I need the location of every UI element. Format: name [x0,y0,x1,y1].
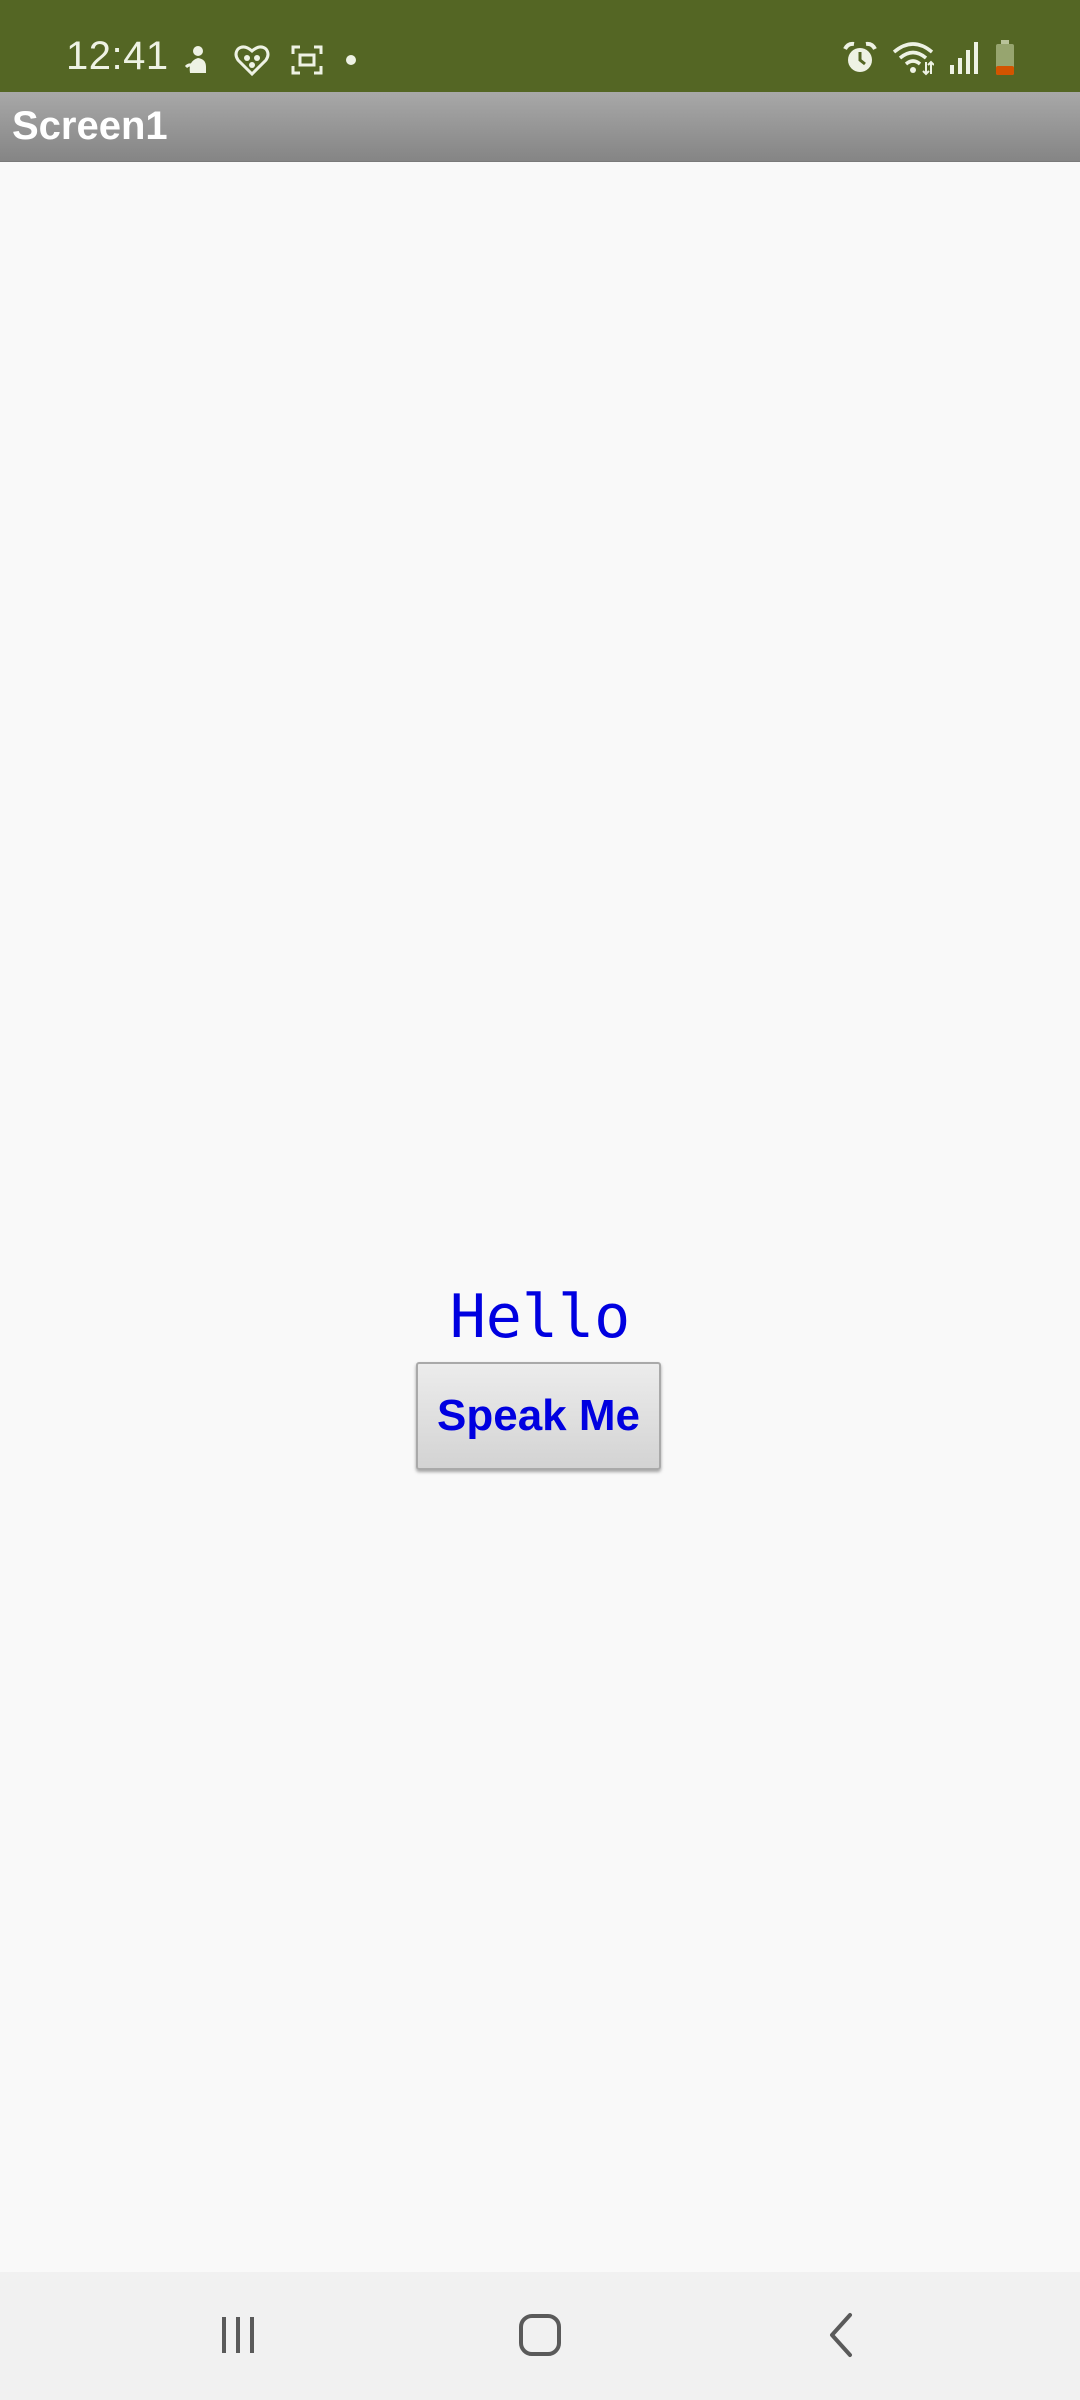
screen-content: Hello Speak Me [0,162,1080,2272]
alarm-icon [842,40,878,76]
signal-icon [948,41,980,75]
back-icon [820,2311,864,2364]
recent-apps-icon [216,2313,260,2362]
home-icon [516,2311,564,2364]
status-bar: 12:41 [0,0,1080,92]
screenshot-icon [290,44,324,76]
notification-person-icon [180,43,214,77]
status-right-icons [842,38,1016,78]
recent-apps-button[interactable] [178,2302,298,2372]
speak-me-button[interactable]: Speak Me [416,1362,661,1470]
home-button[interactable] [480,2302,600,2372]
status-time: 12:41 [66,34,169,78]
wifi-icon [892,40,934,76]
hello-label: Hello [449,1282,631,1352]
battery-icon [994,40,1016,76]
navigation-bar [0,2272,1080,2400]
notification-app-icon [234,43,270,77]
dot-icon [344,53,358,67]
status-left-icons [180,40,358,80]
title-bar: Screen1 [0,92,1080,162]
screen-title: Screen1 [12,104,168,148]
back-button[interactable] [782,2302,902,2372]
